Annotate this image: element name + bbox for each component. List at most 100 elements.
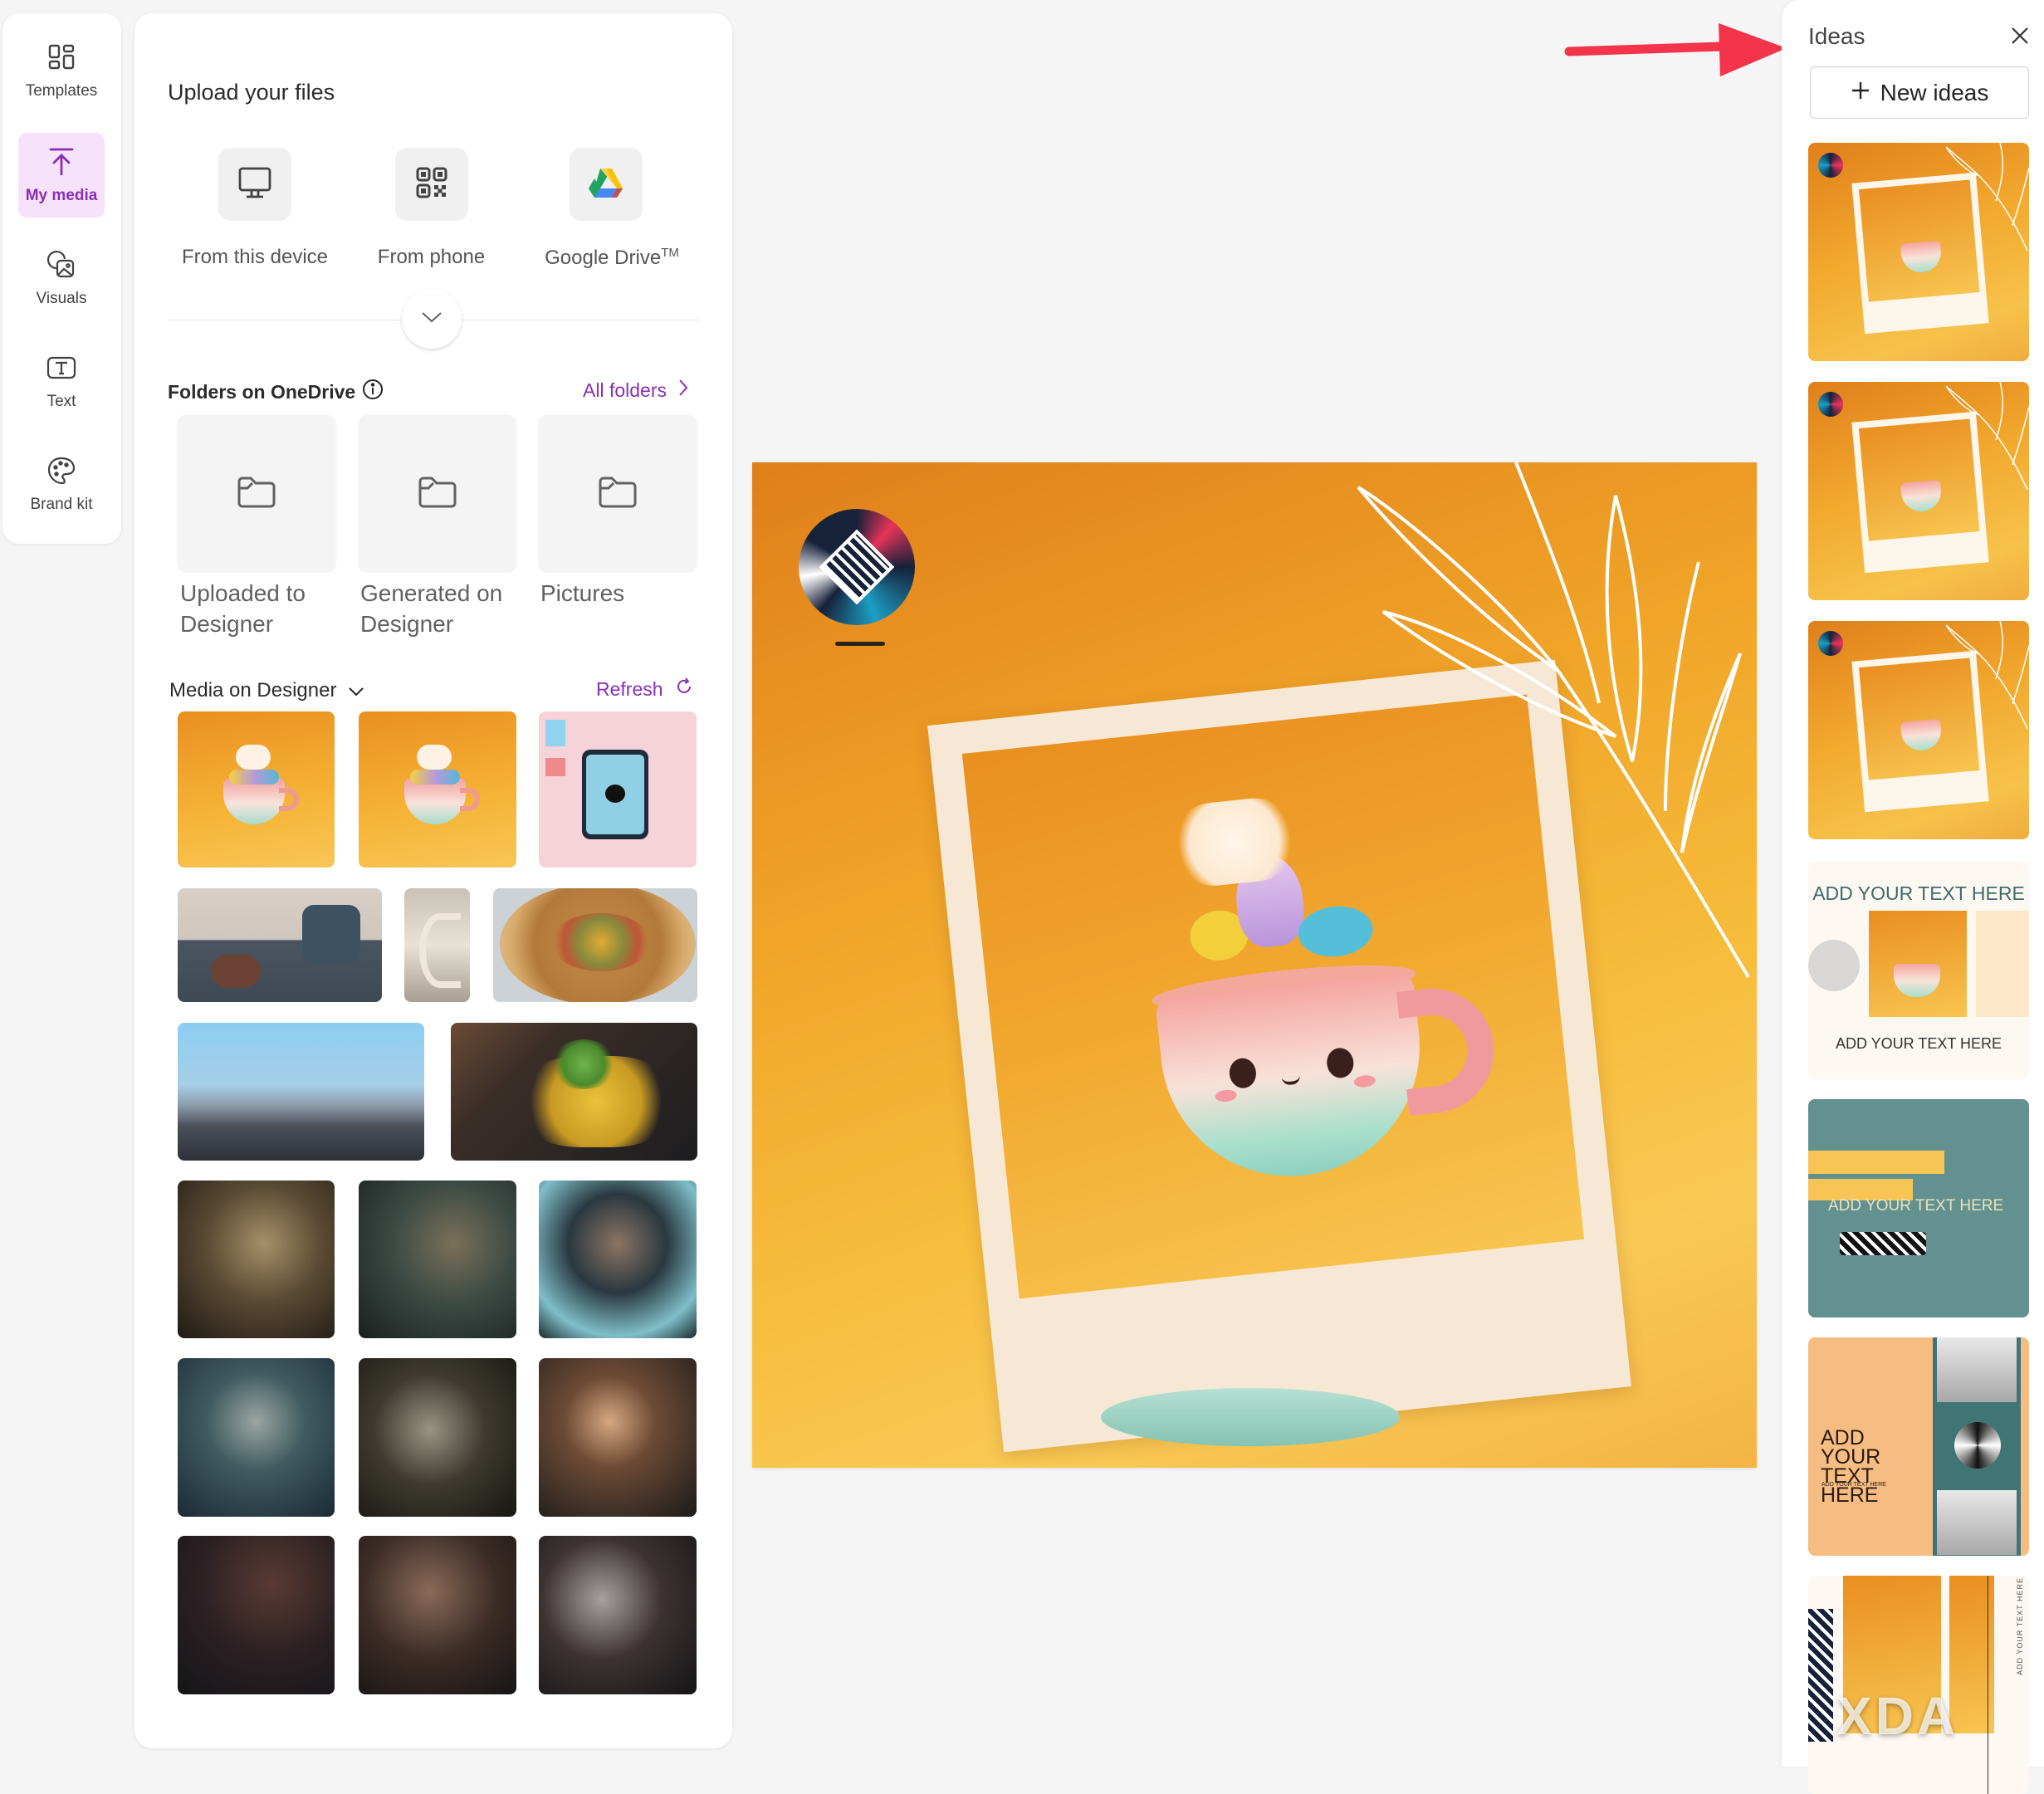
- mono-photo: [1937, 1337, 2017, 1402]
- new-ideas-label: New ideas: [1880, 79, 1989, 105]
- upload-google-drive-button[interactable]: [570, 148, 643, 221]
- cup-handle: [1396, 982, 1500, 1117]
- idea-photo: [1869, 911, 1967, 1017]
- idea-subtext: ADD YOUR TEXT HERE: [1822, 1482, 1886, 1488]
- media-thumb-teacup-2[interactable]: [359, 711, 516, 868]
- media-thumb-pizza[interactable]: [493, 888, 697, 1002]
- upload-icon: [45, 145, 78, 178]
- logo-badge[interactable]: [799, 509, 915, 625]
- expand-upload-options-button[interactable]: [402, 289, 462, 349]
- faded-photo: [1976, 911, 2029, 1017]
- armchair-shape: [302, 905, 360, 963]
- plant-line-art: [1946, 143, 2029, 252]
- media-thumb-beach[interactable]: [178, 1023, 424, 1161]
- mono-photo: [1937, 1490, 2017, 1555]
- media-thumb-cat-telescope[interactable]: [359, 1358, 516, 1517]
- media-thumb-cat-hood[interactable]: [539, 1181, 697, 1338]
- folder-generated-on-designer[interactable]: [359, 415, 516, 571]
- chevron-right-icon: [678, 379, 688, 402]
- rail-item-text[interactable]: Text: [18, 339, 105, 423]
- plant-line-art: [1357, 462, 1750, 979]
- idea-card[interactable]: [1808, 143, 2029, 361]
- media-title: Media on Designer: [169, 679, 337, 701]
- media-thumb-cat-binoculars[interactable]: [359, 1181, 516, 1338]
- folder-pictures[interactable]: [539, 415, 697, 571]
- close-icon: [2007, 27, 2032, 51]
- google-drive-icon: [589, 167, 623, 203]
- plus-icon: [1851, 80, 1870, 106]
- idea-subtext: ADD YOUR TEXT HERE: [1835, 1035, 2002, 1052]
- cup-shape: [1900, 240, 1943, 274]
- idea-card[interactable]: [1808, 382, 2029, 600]
- refresh-button[interactable]: Refresh: [596, 677, 693, 701]
- idea-card[interactable]: ADD YOUR TEXT HERE ADD YOUR TEXT HERE: [1808, 861, 2029, 1079]
- idea-card[interactable]: ADD YOUR TEXT HERE ADD YOUR TEXT HERE: [1808, 1337, 2029, 1556]
- new-ideas-button[interactable]: New ideas: [1810, 66, 2029, 119]
- annotation-arrow-icon: [1564, 23, 1787, 76]
- xda-watermark: XDA: [1836, 1686, 1959, 1746]
- cloud-shape: [236, 745, 271, 770]
- media-thumb-cat-keyboard-2[interactable]: [359, 1536, 516, 1694]
- close-ideas-button[interactable]: [2007, 23, 2032, 48]
- design-canvas[interactable]: [752, 462, 1757, 1468]
- rail-item-brand-kit[interactable]: Brand kit: [18, 442, 105, 526]
- cup-shape: [223, 778, 285, 824]
- folder-label: Pictures: [540, 578, 707, 609]
- media-thumb-living-room[interactable]: [178, 888, 382, 1002]
- folder-uploaded-to-designer[interactable]: [178, 415, 335, 571]
- idea-card[interactable]: [1808, 621, 2029, 839]
- media-thumb-cat-lens[interactable]: [539, 1358, 697, 1517]
- rail-item-templates[interactable]: Templates: [18, 28, 105, 113]
- all-folders-label: All folders: [583, 379, 667, 401]
- rail-item-label: Brand kit: [30, 496, 93, 513]
- cup-handle: [460, 788, 480, 811]
- chip-icon: [819, 529, 895, 605]
- chevron-down-icon: [421, 310, 443, 328]
- media-thumb-cat-keyboard-3[interactable]: [539, 1536, 697, 1694]
- trademark-sup: TM: [661, 246, 679, 260]
- cup-shape: [1900, 479, 1943, 513]
- folder-label: Generated on Designer: [360, 578, 526, 639]
- refresh-icon: [675, 677, 693, 701]
- media-thumb-plated-dish[interactable]: [451, 1023, 697, 1161]
- cup-handle: [279, 788, 299, 811]
- info-icon[interactable]: [362, 379, 384, 405]
- logo-strip: [1840, 1232, 1926, 1255]
- idea-headline: ADD YOUR TEXT HERE: [1821, 1426, 1881, 1507]
- media-thumb-teacup-1[interactable]: [178, 711, 335, 868]
- upload-title: Upload your files: [168, 80, 335, 105]
- upload-from-phone-label: From phone: [377, 246, 486, 268]
- folder-icon: [598, 475, 638, 512]
- monitor-icon: [237, 165, 272, 204]
- folder-label-line: Pictures: [540, 580, 625, 606]
- cloud-shape: [417, 745, 452, 770]
- media-on-designer-dropdown[interactable]: Media on Designer: [169, 679, 364, 702]
- media-thumb-cat-keyboard-1[interactable]: [178, 1536, 335, 1694]
- upload-from-phone-button[interactable]: [395, 148, 468, 221]
- upload-from-device-button[interactable]: [218, 148, 291, 221]
- logo-shadow: [835, 642, 885, 646]
- folder-label-line: Designer: [360, 611, 454, 637]
- chevron-down-icon: [348, 679, 364, 702]
- folder-label-line: Designer: [180, 611, 274, 637]
- plant-line-art: [1946, 621, 2029, 730]
- idea-card[interactable]: ADD YOUR TEXT HERE: [1808, 1099, 2029, 1317]
- media-thumb-cat-magnifier[interactable]: [178, 1181, 335, 1338]
- folder-label-line: Uploaded to: [180, 580, 306, 606]
- rail-item-label: Visuals: [36, 290, 87, 307]
- media-thumb-cat-goggles[interactable]: [178, 1358, 335, 1517]
- all-folders-link[interactable]: All folders: [583, 379, 688, 402]
- faded-logo: [1808, 940, 1860, 991]
- rail-item-visuals[interactable]: Visuals: [18, 236, 105, 320]
- idea-vertical-text: ADD YOUR TEXT HERE: [2016, 1576, 2024, 1675]
- idea-headline: ADD YOUR TEXT HERE: [1828, 1197, 2004, 1215]
- google-drive-label-text: Google Drive: [545, 247, 662, 269]
- rail-item-my-media[interactable]: My media: [18, 133, 105, 218]
- cup-shape: [1894, 964, 1940, 997]
- media-thumb-tablet-flatlay[interactable]: [539, 711, 697, 868]
- media-thumb-staircase[interactable]: [404, 888, 470, 1002]
- cup-shape: [404, 778, 466, 824]
- upload-google-drive-label: Google DriveTM: [512, 246, 711, 270]
- cup-base-peek: [1101, 1388, 1400, 1446]
- ideas-panel: Ideas New ideas ADD YOUR TEXT HERE ADD Y…: [1782, 0, 2044, 1794]
